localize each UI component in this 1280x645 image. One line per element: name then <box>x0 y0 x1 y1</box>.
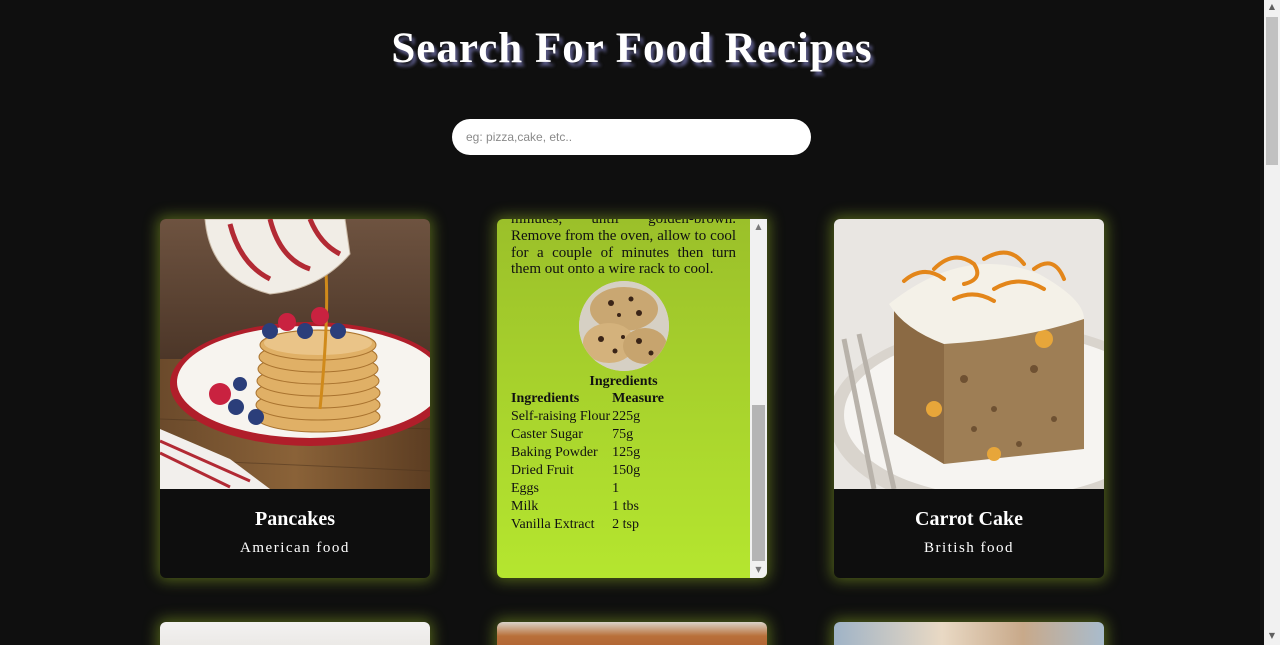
ingredient-measure: 225g <box>612 409 641 425</box>
table-row: Milk 1 tbs <box>511 498 666 516</box>
recipe-detail-content: minutes, until golden-brown. Remove from… <box>511 219 736 534</box>
carrot-cake-image <box>834 219 1104 489</box>
ingredients-table: Ingredients Measure Self-raising Flour 22… <box>511 390 666 534</box>
recipe-origin: British food <box>923 540 1015 556</box>
recipe-image <box>834 622 1104 645</box>
recipe-name: Pancakes <box>255 508 335 530</box>
table-row: Caster Sugar 75g <box>511 426 666 444</box>
recipe-origin: American food <box>240 540 350 556</box>
ingredient-name: Vanilla Extract <box>511 517 595 533</box>
ingredient-measure: 125g <box>612 445 641 461</box>
page-scroll-up-icon[interactable]: ▲ <box>1264 2 1280 11</box>
recipe-card-pancakes[interactable]: Pancakes American food <box>160 219 430 578</box>
recipe-card-row2-2[interactable] <box>497 622 767 645</box>
table-row: Baking Powder 125g <box>511 444 666 462</box>
recipe-thumbnail <box>578 281 669 372</box>
ingredient-name: Self-raising Flour <box>511 409 611 425</box>
ingredient-measure: 75g <box>612 427 634 443</box>
recipe-image <box>160 622 430 645</box>
page: Search For Food Recipes eg: pizza,cake, … <box>0 0 1264 645</box>
page-scroll-down-icon[interactable]: ▼ <box>1264 631 1280 640</box>
table-row: Eggs 1 <box>511 480 666 498</box>
recipe-image <box>497 622 767 645</box>
ingredient-name: Milk <box>511 499 539 515</box>
scroll-down-arrow-icon[interactable]: ▼ <box>750 565 767 574</box>
recipe-name: Carrot Cake <box>915 508 1023 530</box>
recipe-card-row2-3[interactable] <box>834 622 1104 645</box>
ingredient-name: Dried Fruit <box>511 463 574 479</box>
page-scrollbar-thumb[interactable] <box>1266 17 1278 165</box>
recipe-card-carrot-cake[interactable]: Carrot Cake British food <box>834 219 1104 578</box>
column-header: Ingredients <box>511 391 580 407</box>
ingredient-measure: 1 tbs <box>612 499 639 515</box>
ingredient-measure: 1 <box>612 481 620 497</box>
detail-scrollbar[interactable]: ▲ ▼ <box>750 219 767 578</box>
recipe-card-row2-1[interactable] <box>160 622 430 645</box>
search-input[interactable] <box>452 119 811 155</box>
ingredient-measure: 2 tsp <box>612 517 639 533</box>
table-row: Vanilla Extract 2 tsp <box>511 516 666 534</box>
ingredient-measure: 150g <box>612 463 641 479</box>
page-title: Search For Food Recipes <box>391 25 873 72</box>
scroll-up-arrow-icon[interactable]: ▲ <box>750 222 767 231</box>
recipe-instructions: minutes, until golden-brown. Remove from… <box>511 219 736 278</box>
ingredient-name: Eggs <box>511 481 539 497</box>
table-row: Self-raising Flour 225g <box>511 408 666 426</box>
table-row: Dried Fruit 150g <box>511 462 666 480</box>
pancakes-image <box>160 219 430 489</box>
ingredients-heading: Ingredients <box>589 374 658 390</box>
detail-scrollbar-thumb[interactable] <box>752 405 765 561</box>
column-header: Measure <box>612 391 664 407</box>
recipe-detail-panel[interactable]: minutes, until golden-brown. Remove from… <box>497 219 767 578</box>
ingredient-name: Baking Powder <box>511 445 598 461</box>
ingredient-name: Caster Sugar <box>511 427 583 443</box>
page-scrollbar[interactable]: ▲ ▼ <box>1264 0 1280 645</box>
